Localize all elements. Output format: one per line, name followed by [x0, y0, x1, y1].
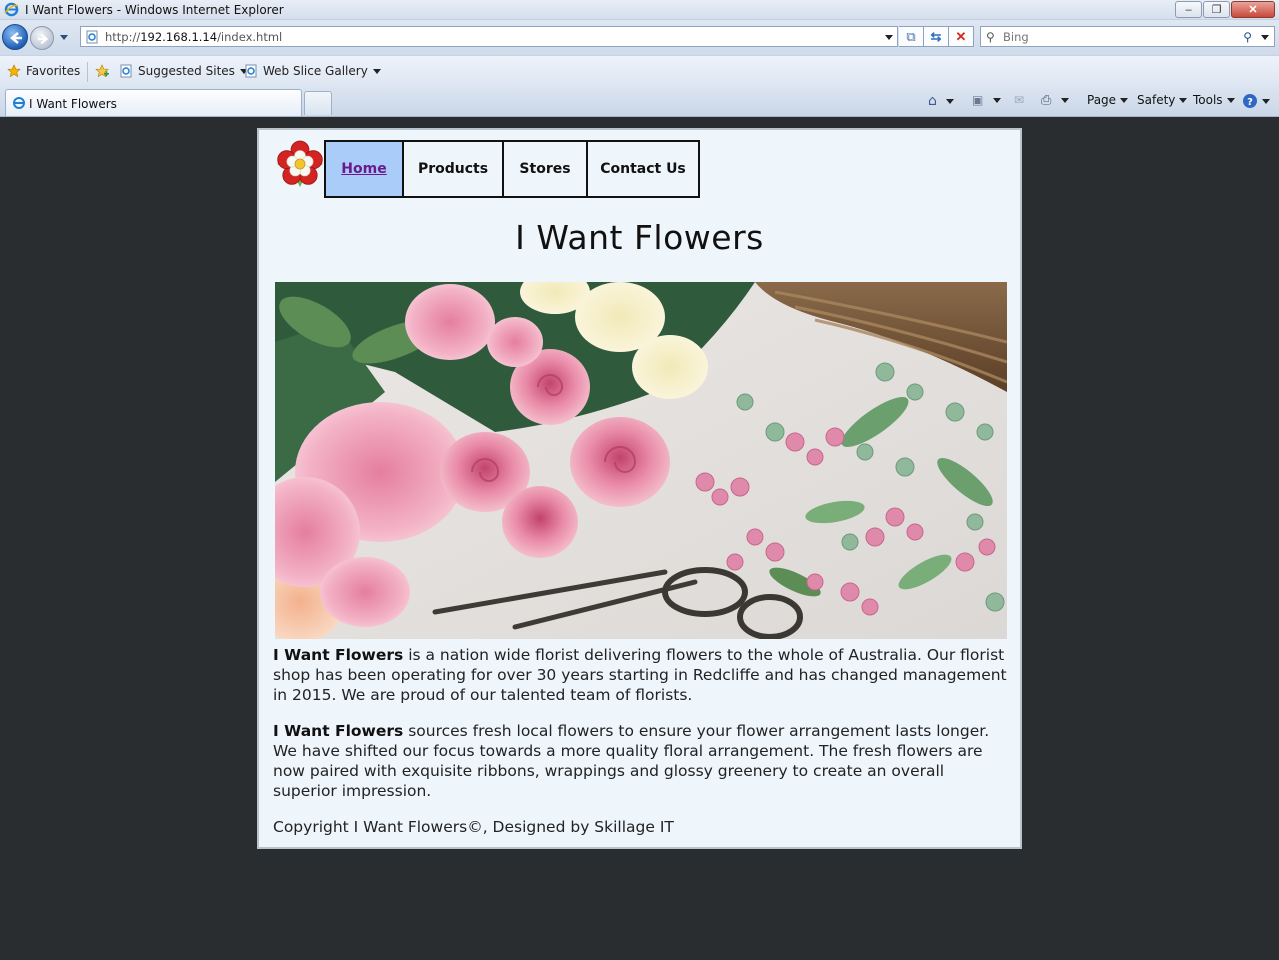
favorites-separator [87, 62, 88, 82]
chevron-down-icon [993, 97, 1002, 103]
copyright-footer: Copyright I Want Flowers©, Designed by S… [273, 818, 674, 836]
close-icon: ✕ [1248, 4, 1258, 16]
page-icon [120, 64, 132, 78]
favorites-button[interactable]: Favorites [7, 64, 80, 78]
read-mail-button[interactable]: ✉ [1014, 93, 1024, 107]
ie-logo-icon [4, 2, 19, 17]
site-page: Home Products Stores Contact Us I Want F… [257, 128, 1022, 849]
ie-page-icon [13, 97, 25, 109]
chevron-down-icon [1262, 98, 1270, 104]
add-favorite-icon [95, 64, 109, 78]
new-tab-button[interactable] [304, 91, 332, 115]
stop-button[interactable]: ✕ [949, 26, 974, 47]
close-button[interactable]: ✕ [1231, 1, 1275, 18]
chevron-down-icon [1061, 98, 1070, 103]
window-title: I Want Flowers - Windows Internet Explor… [25, 3, 284, 17]
address-bar[interactable]: http://192.168.1.14/index.html [80, 26, 898, 47]
safety-menu-label: Safety [1137, 93, 1176, 107]
help-button[interactable]: ? [1242, 93, 1270, 109]
safety-menu[interactable]: Safety [1137, 93, 1188, 107]
web-slice-gallery-link[interactable]: Web Slice Gallery [244, 64, 381, 78]
nav-stores[interactable]: Stores [502, 140, 588, 198]
forward-button[interactable] [30, 26, 54, 50]
back-arrow-icon [10, 32, 22, 44]
refresh-button[interactable]: ⇆ [924, 26, 949, 47]
favorites-bar: Favorites Suggested Sites Web Slice Gall… [0, 55, 1279, 86]
search-input[interactable] [1003, 29, 1233, 44]
mail-icon: ✉ [1014, 93, 1025, 107]
compatibility-view-button[interactable]: ⧉ [899, 26, 924, 47]
back-button[interactable] [2, 24, 28, 50]
print-button[interactable]: ⎙ [1041, 93, 1070, 108]
minimize-icon: – [1185, 3, 1192, 16]
stop-icon: ✕ [955, 28, 967, 44]
add-to-favorites-bar-button[interactable] [95, 64, 114, 78]
rose-logo-icon [277, 140, 323, 187]
site-title: I Want Flowers [515, 218, 764, 257]
suggested-sites-label: Suggested Sites [138, 64, 235, 78]
recent-pages-dropdown-icon[interactable] [60, 35, 68, 40]
brand-name: I Want Flowers [273, 722, 404, 740]
favorites-label: Favorites [26, 64, 81, 78]
forward-arrow-icon [37, 33, 49, 45]
chevron-down-icon [1179, 97, 1188, 103]
navigation-bar: http://192.168.1.14/index.html ⧉ ⇆ ✕ ⚲ ⚲ [0, 20, 1279, 55]
suggested-sites-link[interactable]: Suggested Sites [119, 64, 248, 78]
maximize-button[interactable]: ❐ [1203, 1, 1230, 18]
url-text[interactable]: http://192.168.1.14/index.html [105, 30, 282, 44]
compatibility-icon: ⧉ [906, 28, 916, 44]
site-nav: Home Products Stores Contact Us [324, 140, 700, 198]
intro-paragraph: I Want Flowers is a nation wide florist … [273, 646, 1007, 704]
svg-text:?: ? [1247, 97, 1253, 108]
tab-i-want-flowers[interactable]: I Want Flowers [5, 89, 302, 116]
maximize-icon: ❐ [1211, 4, 1222, 16]
favorites-star-icon [7, 64, 21, 78]
chevron-down-icon [1226, 97, 1235, 103]
tools-menu-label: Tools [1193, 93, 1223, 107]
page-icon [86, 30, 98, 44]
hero-flowers-image [275, 282, 1007, 639]
nav-products[interactable]: Products [402, 140, 504, 198]
help-icon: ? [1243, 94, 1257, 108]
tools-menu[interactable]: Tools [1193, 93, 1235, 107]
chevron-down-icon [945, 98, 954, 104]
chevron-down-icon [372, 68, 381, 74]
nav-home[interactable]: Home [324, 140, 404, 198]
sourcing-paragraph: I Want Flowers sources fresh local flowe… [273, 722, 990, 800]
site-content: I Want Flowers is a nation wide florist … [273, 645, 1008, 837]
window-titlebar: I Want Flowers - Windows Internet Explor… [0, 0, 1279, 20]
search-go-icon[interactable]: ⚲ [1243, 30, 1252, 44]
page-menu-label: Page [1087, 93, 1117, 107]
minimize-button[interactable]: – [1175, 1, 1202, 18]
home-button[interactable]: ⌂ [928, 93, 954, 109]
search-options-dropdown-icon[interactable] [1261, 35, 1269, 40]
browser-viewport: Home Products Stores Contact Us I Want F… [0, 118, 1279, 960]
printer-icon: ⎙ [1041, 93, 1052, 108]
search-box[interactable]: ⚲ ⚲ [980, 26, 1275, 47]
page-icon [245, 64, 257, 78]
web-slice-gallery-label: Web Slice Gallery [263, 64, 368, 78]
home-icon: ⌂ [928, 93, 937, 109]
feeds-button[interactable]: ▣ [972, 93, 1002, 107]
search-provider-icon: ⚲ [986, 30, 995, 44]
page-menu[interactable]: Page [1087, 93, 1129, 107]
address-dropdown-icon[interactable] [885, 35, 893, 40]
nav-contact-us[interactable]: Contact Us [586, 140, 700, 198]
refresh-icon: ⇆ [930, 28, 942, 44]
chevron-down-icon [1120, 97, 1129, 103]
tab-bar: I Want Flowers ⌂ ▣ ✉ ⎙ Page Safety Tools… [0, 86, 1279, 117]
rss-feed-icon: ▣ [972, 93, 984, 107]
brand-name: I Want Flowers [273, 646, 404, 664]
tab-label: I Want Flowers [29, 97, 117, 111]
